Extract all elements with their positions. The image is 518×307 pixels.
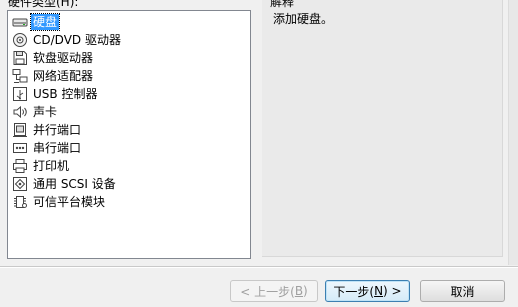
back-button-text: < 上一步( [240,284,295,299]
description-title: 解释 [270,0,295,9]
list-item-floppy[interactable]: 软盘驱动器 [12,49,250,67]
list-item-label: CD/DVD 驱动器 [33,33,121,47]
footer-separator [0,266,518,268]
list-item-sound-card[interactable]: 声卡 [12,103,250,121]
next-button-key: N [374,284,384,298]
list-item-label: 网络适配器 [33,69,94,83]
list-item-label: 可信平台模块 [33,195,106,209]
next-button[interactable]: 下一步(N) > [325,280,410,302]
list-item-usb[interactable]: USB 控制器 [12,85,250,103]
list-item-label: 通用 SCSI 设备 [33,177,116,191]
printer-icon [12,158,28,174]
cancel-button[interactable]: 取消 [420,280,505,302]
parallel-port-icon [12,122,28,138]
cancel-button-text: 取消 [450,284,475,299]
list-item-label: 串行端口 [33,141,82,155]
hardware-type-label: 硬件类型(H): [8,0,79,9]
list-item-hard-disk[interactable]: 硬盘 [12,13,250,31]
list-item-label: USB 控制器 [33,87,98,101]
list-item-tpm[interactable]: 可信平台模块 [12,193,250,211]
back-button-suffix: ) [303,284,308,298]
description-panel: 添加硬盘。 [262,0,503,257]
hard-disk-icon [12,14,28,30]
list-item-serial-port[interactable]: 串行端口 [12,139,250,157]
hardware-type-list[interactable]: 硬盘 CD/DVD 驱动器 软盘驱动器 网络适配器 USB 控制器 声卡 并行端… [7,10,251,259]
network-adapter-icon [12,68,28,84]
cd-dvd-icon [12,32,28,48]
list-item-printer[interactable]: 打印机 [12,157,250,175]
next-button-suffix: ) > [383,284,402,298]
panel-edge [508,0,518,265]
list-item-scsi[interactable]: 通用 SCSI 设备 [12,175,250,193]
scsi-icon [12,176,28,192]
back-button[interactable]: < 上一步(B) [230,280,318,302]
description-text: 添加硬盘。 [273,12,334,26]
serial-port-icon [12,140,28,156]
tpm-icon [12,194,28,210]
sound-card-icon [12,104,28,120]
list-item-label: 软盘驱动器 [33,51,94,65]
list-item-cd-dvd[interactable]: CD/DVD 驱动器 [12,31,250,49]
list-item-network-adapter[interactable]: 网络适配器 [12,67,250,85]
floppy-icon [12,50,28,66]
back-button-key: B [294,284,304,298]
list-item-label: 声卡 [33,105,58,119]
usb-icon [12,86,28,102]
list-item-label: 打印机 [33,159,70,173]
list-item-label: 硬盘 [29,13,61,31]
list-item-label: 并行端口 [33,123,82,137]
list-item-parallel-port[interactable]: 并行端口 [12,121,250,139]
next-button-text: 下一步( [333,284,375,299]
